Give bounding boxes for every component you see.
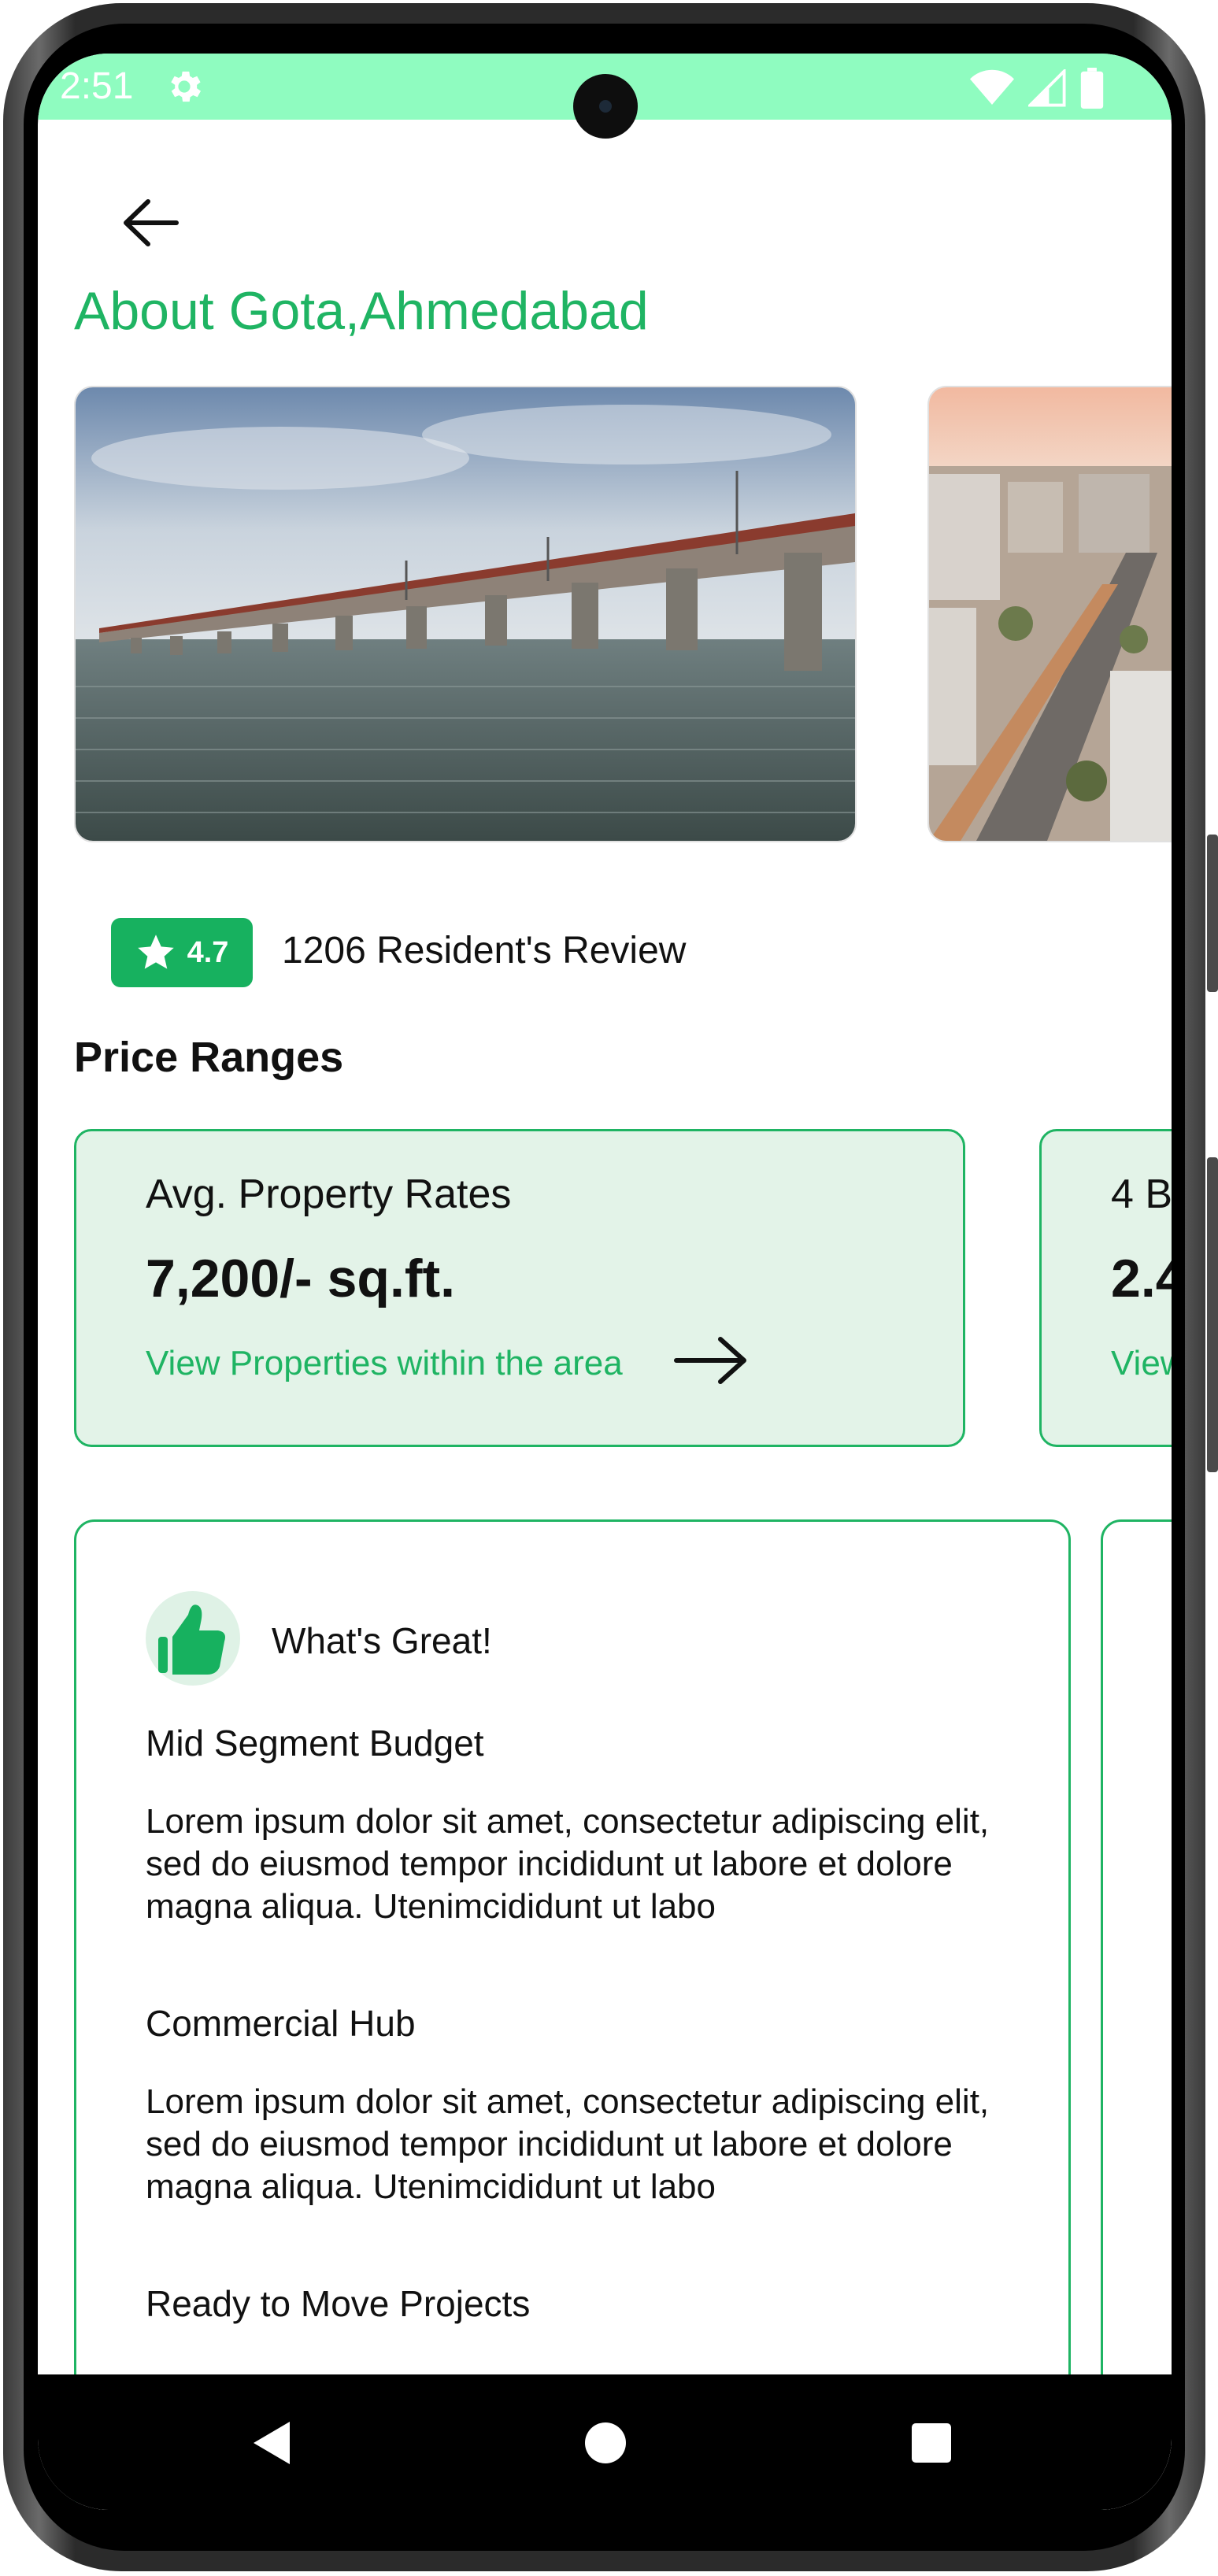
city-street-aerial-photo[interactable]: [927, 386, 1172, 842]
whats-great-card: What's Great! Mid Segment Budget Lorem i…: [74, 1519, 1071, 2510]
whats-great-heading: What's Great!: [272, 1620, 492, 1661]
star-icon: [137, 935, 174, 969]
price-ranges-title: Price Ranges: [74, 1034, 344, 1081]
insight-body: Lorem ipsum dolor sit amet, consectetur …: [146, 2082, 990, 2206]
battery-icon: [1080, 68, 1104, 109]
review-count[interactable]: 1206 Resident's Review: [282, 929, 686, 972]
status-time: 2:51: [60, 65, 134, 107]
price-card-value: 2.4: [1111, 1249, 1172, 1308]
insight-title: Ready to Move Projects: [146, 2283, 531, 2324]
view-properties-link[interactable]: View Properties within the area: [146, 1344, 623, 1383]
arrow-left-icon[interactable]: [109, 180, 195, 266]
wifi-icon: [970, 69, 1014, 105]
insight-title: Commercial Hub: [146, 2003, 416, 2044]
insight-card-next: [1101, 1519, 1172, 2510]
price-card[interactable]: Avg. Property Rates 7,200/- sq.ft. View …: [74, 1129, 965, 1447]
bridge-over-river-photo[interactable]: [74, 386, 857, 842]
price-card-label: Avg. Property Rates: [146, 1171, 512, 1217]
price-card-value: 7,200/- sq.ft.: [146, 1249, 456, 1308]
thumbs-up-icon: [158, 1604, 225, 1675]
city-photo-graphic: [929, 387, 1172, 841]
system-nav-bar: [38, 2374, 1172, 2510]
price-card[interactable]: 4 B 2.4 View: [1039, 1129, 1172, 1447]
arrow-right-icon[interactable]: [672, 1333, 750, 1388]
insight-body: Lorem ipsum dolor sit amet, consectetur …: [146, 1802, 990, 1926]
front-camera: [573, 74, 638, 139]
insight-title: Mid Segment Budget: [146, 1723, 484, 1764]
price-card-label: 4 B: [1111, 1171, 1172, 1217]
home-circle-icon[interactable]: [578, 2415, 633, 2471]
device-frame: 2:51 About Gota,Ahmedabad 4.7 1206 Resid…: [0, 0, 1218, 2576]
rating-badge: 4.7: [111, 918, 253, 987]
back-triangle-icon[interactable]: [246, 2415, 301, 2471]
bridge-photo-graphic: [76, 387, 855, 841]
gear-icon: [171, 71, 202, 102]
recents-square-icon[interactable]: [904, 2415, 959, 2471]
rating-value: 4.7: [187, 935, 229, 969]
page-title: About Gota,Ahmedabad: [74, 281, 649, 341]
view-properties-link[interactable]: View: [1111, 1344, 1172, 1383]
thumbs-up-badge: [146, 1591, 240, 1686]
app-screen: 2:51 About Gota,Ahmedabad 4.7 1206 Resid…: [38, 54, 1172, 2510]
power-button: [1207, 1157, 1218, 1472]
volume-button: [1207, 835, 1218, 992]
signal-icon: [1028, 69, 1066, 107]
